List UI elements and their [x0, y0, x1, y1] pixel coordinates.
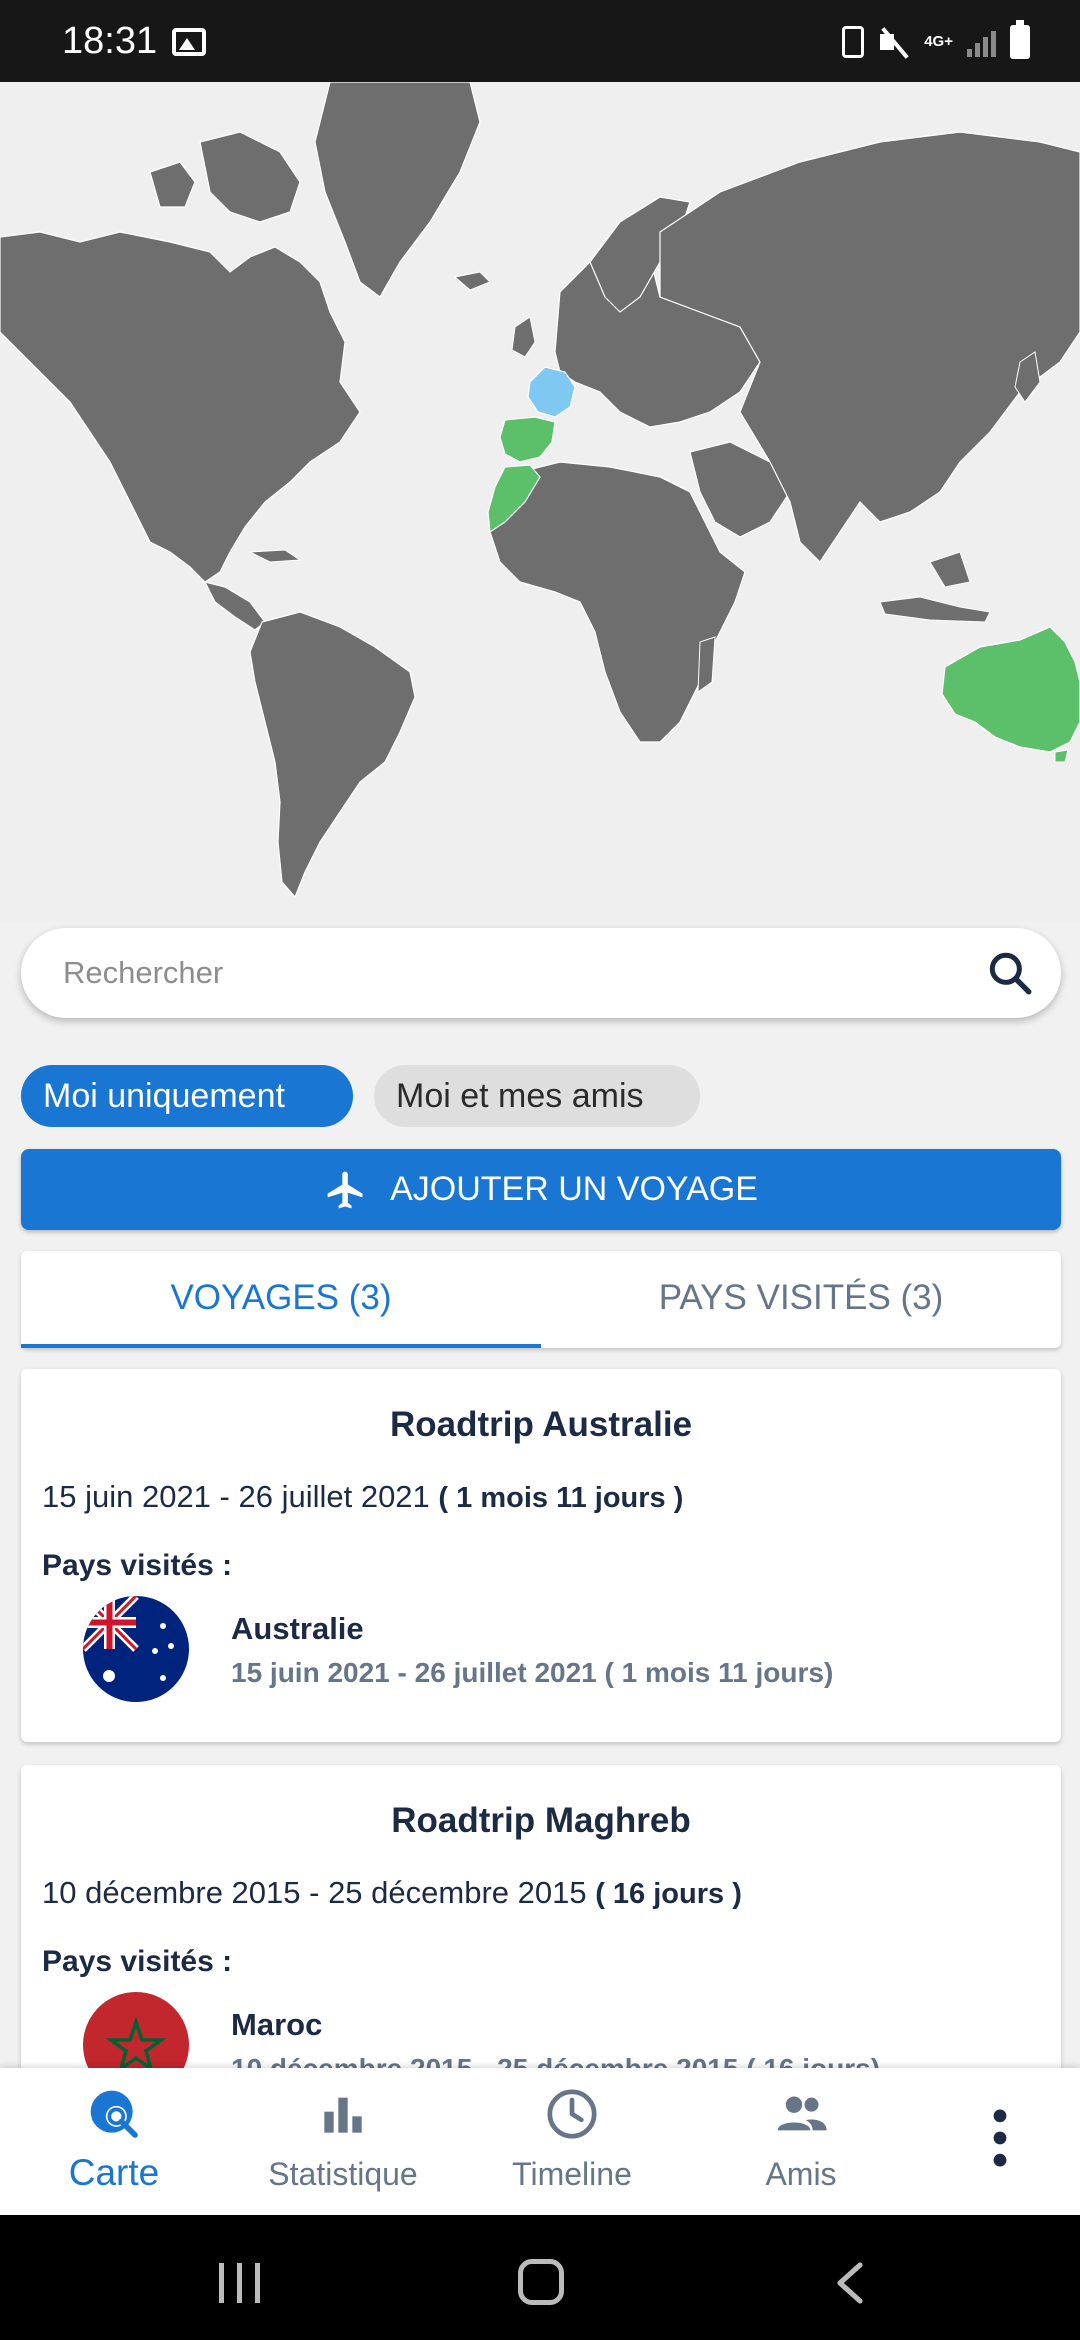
nav-timeline[interactable]: Timeline — [472, 2068, 672, 2215]
search-input[interactable] — [63, 928, 963, 1018]
countries-label: Pays visités : — [42, 1945, 233, 1978]
bar-chart-icon — [324, 2097, 362, 2133]
filter-me-only[interactable]: Moi uniquement — [21, 1065, 353, 1127]
country-name: Maroc — [231, 2007, 323, 2042]
nav-label: Timeline — [512, 2156, 632, 2192]
nav-label: Amis — [765, 2156, 837, 2192]
add-trip-button[interactable]: AJOUTER UN VOYAGE — [21, 1149, 1061, 1230]
bottom-navigation: Carte Statistique Timeline Amis — [0, 2068, 1080, 2215]
nav-label: Statistique — [268, 2156, 418, 2192]
trip-card[interactable]: Roadtrip Maghreb 10 décembre 2015 - 25 d… — [21, 1765, 1061, 2105]
map-australia — [941, 626, 1080, 753]
battery-icon — [1010, 20, 1030, 59]
system-navigation-bar — [0, 2215, 1080, 2340]
airplane-icon — [327, 1171, 363, 1208]
status-bar: 18:31 4G+ — [0, 0, 1080, 82]
country-dates: 15 juin 2021 - 26 juillet 2021 ( 1 mois … — [231, 1657, 834, 1688]
search-icon[interactable] — [985, 948, 1035, 998]
trip-dates: 10 décembre 2015 - 25 décembre 2015 ( 16… — [42, 1875, 742, 1911]
trip-dates: 15 juin 2021 - 26 juillet 2021 ( 1 mois … — [42, 1479, 683, 1515]
clock-icon — [547, 2089, 597, 2139]
search-bar[interactable] — [21, 928, 1061, 1018]
trip-title: Roadtrip Australie — [389, 1405, 693, 1444]
people-icon — [777, 2096, 827, 2131]
trip-date-range: 10 décembre 2015 - 25 décembre 2015 — [42, 1875, 587, 1910]
map-south-america — [249, 611, 416, 899]
battery-saver-icon — [842, 26, 865, 58]
add-trip-label: AJOUTER UN VOYAGE — [390, 1170, 758, 1208]
nav-amis[interactable]: Amis — [701, 2068, 901, 2215]
map-canada-islands — [199, 131, 301, 223]
map-greenland — [314, 82, 481, 298]
tabs: VOYAGES (3) PAYS VISITÉS (3) — [21, 1251, 1061, 1348]
mute-icon — [878, 26, 910, 58]
nav-carte[interactable]: Carte — [14, 2068, 214, 2215]
tab-pays-visites[interactable]: PAYS VISITÉS (3) — [541, 1251, 1061, 1348]
trip-date-range: 15 juin 2021 - 26 juillet 2021 — [42, 1479, 430, 1514]
map-spain — [499, 416, 556, 463]
status-time: 18:31 — [62, 20, 158, 62]
trip-duration: ( 1 mois 11 jours ) — [438, 1482, 684, 1514]
countries-label: Pays visités : — [42, 1549, 233, 1582]
status-icons: 4G+ — [842, 20, 1030, 60]
nav-statistique[interactable]: Statistique — [243, 2068, 443, 2215]
nav-label: Carte — [68, 2152, 160, 2193]
signal-icon — [967, 27, 996, 57]
map-north-america — [0, 231, 361, 583]
back-icon[interactable] — [830, 2261, 870, 2305]
trip-title: Roadtrip Maghreb — [391, 1801, 691, 1840]
filter-me-and-friends[interactable]: Moi et mes amis — [374, 1065, 700, 1127]
recent-apps-icon[interactable] — [219, 2263, 261, 2303]
trip-card[interactable]: Roadtrip Australie 15 juin 2021 - 26 jui… — [21, 1369, 1061, 1742]
country-name: Australie — [231, 1611, 364, 1646]
tab-voyages[interactable]: VOYAGES (3) — [21, 1251, 541, 1348]
map-search-icon — [90, 2090, 138, 2138]
world-map[interactable] — [0, 82, 1080, 922]
network-type: 4G+ — [924, 33, 953, 50]
more-vert-icon[interactable] — [985, 2106, 1015, 2170]
world-map-svg — [0, 82, 1080, 899]
image-icon — [172, 28, 206, 56]
home-icon[interactable] — [518, 2259, 564, 2305]
australia-flag-icon — [83, 1596, 189, 1702]
trip-duration: ( 16 jours ) — [595, 1878, 742, 1910]
